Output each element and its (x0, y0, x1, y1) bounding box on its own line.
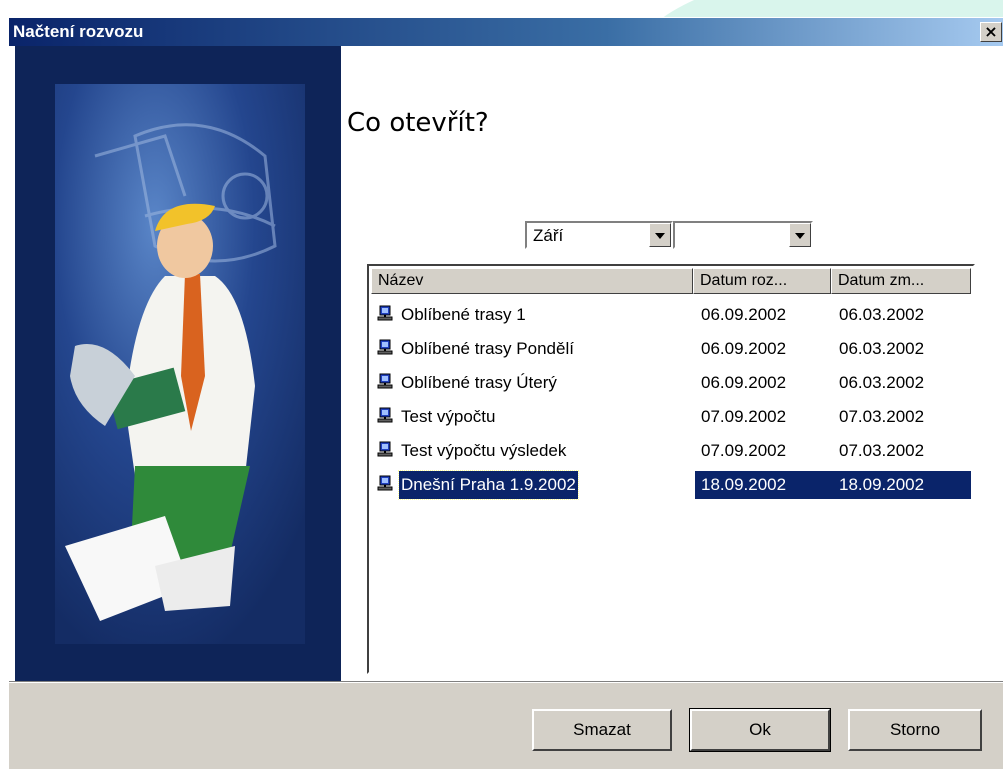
title-bar[interactable]: Načtení rozvozu × (9, 18, 1003, 46)
row-created-date: 18.09.2002 (701, 475, 787, 494)
secondary-select[interactable] (673, 221, 813, 249)
list-item[interactable]: Dnešní Praha 1.9.2002 18.09.2002 18.09.200… (373, 468, 971, 502)
row-name: Oblíbené trasy Úterý (401, 373, 557, 392)
list-item[interactable]: Test výpočtu 07.09.2002 07.03.2002 (373, 400, 971, 434)
chevron-down-icon[interactable] (649, 223, 671, 247)
month-select[interactable]: Září (525, 221, 673, 249)
dialog-window: Načtení rozvozu × Co otevřít? Září Název… (8, 17, 1003, 769)
row-name: Test výpočtu výsledek (401, 441, 567, 460)
row-modified-date: 07.03.2002 (839, 407, 925, 426)
close-icon: × (984, 22, 998, 41)
column-header-name[interactable]: Název (371, 268, 693, 294)
delete-button[interactable]: Smazat (532, 709, 672, 751)
row-name: Oblíbené trasy 1 (401, 305, 526, 324)
route-file-icon (377, 305, 393, 321)
row-created-date: 06.09.2002 (701, 373, 787, 392)
row-name: Oblíbené trasy Pondělí (401, 339, 574, 358)
route-file-icon (377, 339, 393, 355)
list-item[interactable]: Oblíbené trasy 1 06.09.2002 06.03.2002 (373, 298, 971, 332)
close-button[interactable]: × (980, 22, 1002, 42)
row-created-date: 07.09.2002 (701, 441, 787, 460)
route-file-icon (377, 441, 393, 457)
list-item[interactable]: Test výpočtu výsledek 07.09.2002 07.03.200… (373, 434, 971, 468)
row-modified-date: 07.03.2002 (839, 441, 925, 460)
row-modified-date: 06.03.2002 (839, 339, 925, 358)
illustration-image (15, 46, 341, 681)
month-select-value: Září (533, 226, 564, 245)
list-item[interactable]: Oblíbené trasy Úterý 06.09.2002 06.03.2002 (373, 366, 971, 400)
row-modified-date: 18.09.2002 (839, 475, 925, 494)
row-created-date: 06.09.2002 (701, 339, 787, 358)
separator (9, 682, 1003, 683)
column-header-created[interactable]: Datum roz... (693, 268, 831, 294)
row-name: Test výpočtu (401, 407, 496, 426)
routes-list[interactable]: Název Datum roz... Datum zm... Oblíbené … (367, 264, 975, 674)
dialog-content: Co otevřít? Září Název Datum roz... Datu… (9, 46, 1003, 681)
route-file-icon (377, 373, 393, 389)
row-created-date: 06.09.2002 (701, 305, 787, 324)
row-modified-date: 06.03.2002 (839, 305, 925, 324)
cancel-button[interactable]: Storno (848, 709, 982, 751)
row-name: Dnešní Praha 1.9.2002 (398, 470, 579, 500)
row-created-date: 07.09.2002 (701, 407, 787, 426)
question-heading: Co otevřít? (347, 108, 489, 138)
dialog-title: Načtení rozvozu (13, 22, 144, 41)
route-file-icon (377, 407, 393, 423)
chevron-down-icon[interactable] (789, 223, 811, 247)
list-item[interactable]: Oblíbené trasy Pondělí 06.09.2002 06.03.20… (373, 332, 971, 366)
route-file-icon (377, 475, 393, 491)
ok-button[interactable]: Ok (689, 708, 831, 752)
column-header-modified[interactable]: Datum zm... (831, 268, 971, 294)
row-modified-date: 06.03.2002 (839, 373, 925, 392)
